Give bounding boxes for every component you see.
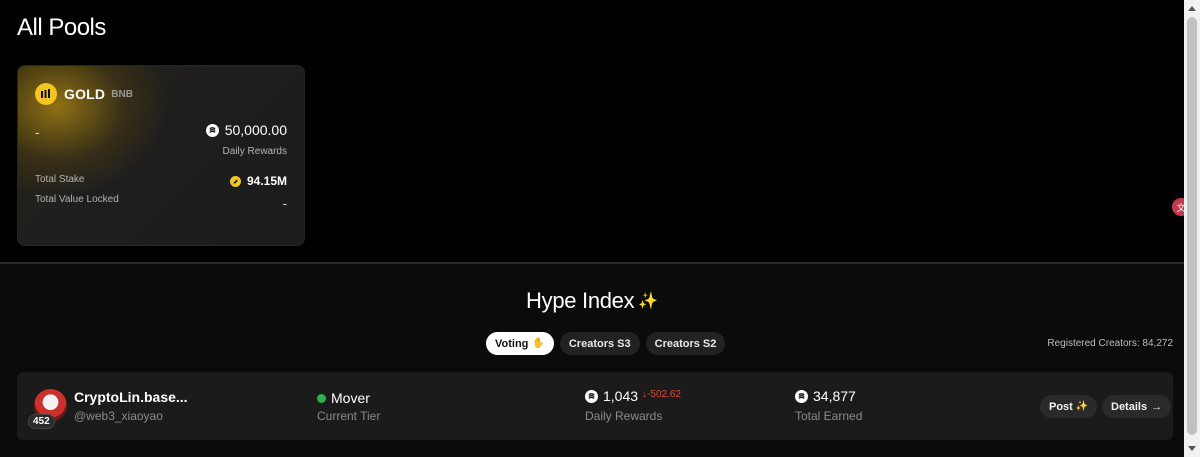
details-button[interactable]: Details → <box>1102 395 1172 418</box>
scroll-up-arrow-icon[interactable] <box>1188 6 1196 11</box>
tab-creators-s3-label: Creators S3 <box>568 337 631 350</box>
sparkle-icon: ✨ <box>638 293 658 310</box>
pool-header: GOLD BNB <box>35 83 133 105</box>
tvl-value: - <box>282 196 287 211</box>
tab-creators-s2[interactable]: Creators S2 <box>645 332 726 355</box>
total-stake-value: 94.15M <box>229 174 287 188</box>
sparkle-icon: ✨ <box>1075 401 1089 412</box>
tvl-label: Total Value Locked <box>35 194 119 205</box>
daily-change: ↓-502.62 <box>642 388 681 400</box>
pool-left-value: - <box>35 124 40 140</box>
total-stake-label: Total Stake <box>35 174 85 185</box>
pool-daily-rewards-value: 50,000.00 <box>224 122 287 138</box>
pool-daily-rewards: 50,000.00 <box>205 122 287 138</box>
gold-coin-icon <box>229 175 241 187</box>
pool-card-gold[interactable]: GOLD BNB - 50,000.00 Daily Rewards Total… <box>17 65 305 246</box>
hype-index-title-text: Hype Index <box>526 288 635 313</box>
scrollbar[interactable] <box>1184 0 1200 457</box>
token-coin-icon <box>585 389 598 403</box>
creator-daily-rewards-value: 1,043 <box>603 388 639 404</box>
registered-creators-count: Registered Creators: 84,272 <box>1047 338 1173 349</box>
section-divider <box>0 262 1184 264</box>
scrollbar-thumb[interactable] <box>1187 17 1197 435</box>
hand-icon: ✋ <box>532 338 545 349</box>
total-earned-label: Total Earned <box>795 409 863 423</box>
tier-badge-icon <box>317 393 326 403</box>
details-button-label: Details <box>1111 400 1148 413</box>
creator-handle: @web3_xiaoyao <box>74 409 163 423</box>
post-button[interactable]: Post ✨ <box>1040 395 1098 418</box>
creator-total-earned: 34,877 <box>795 388 856 404</box>
creator-row[interactable]: 452 CryptoLin.base... @web3_xiaoyao Move… <box>17 372 1173 440</box>
gold-logo-icon <box>35 83 57 105</box>
creator-tier-value: Mover <box>331 390 370 406</box>
current-tier-label: Current Tier <box>317 409 381 423</box>
all-pools-section: All Pools GOLD BNB - 50,000.00 Daily Rew… <box>0 0 1184 262</box>
creator-name[interactable]: CryptoLin.base... <box>74 389 188 405</box>
creator-total-earned-value: 34,877 <box>813 388 856 404</box>
arrow-right-icon: → <box>1151 400 1163 413</box>
hype-tabs: Voting ✋ Creators S3 Creators S2 <box>486 332 726 355</box>
daily-rewards-label: Daily Rewards <box>585 409 663 423</box>
pool-chain: BNB <box>111 88 133 100</box>
tab-voting-label: Voting <box>495 337 529 350</box>
creator-daily-rewards: 1,043 ↓-502.62 <box>585 388 681 404</box>
post-button-label: Post <box>1049 400 1073 413</box>
tab-creators-s2-label: Creators S2 <box>654 337 717 350</box>
scroll-down-arrow-icon[interactable] <box>1188 446 1196 451</box>
pool-daily-rewards-label: Daily Rewards <box>222 146 287 157</box>
creator-tier: Mover <box>317 390 370 406</box>
page-title: All Pools <box>17 14 106 41</box>
pool-name: GOLD <box>64 86 106 102</box>
tab-voting[interactable]: Voting ✋ <box>486 332 554 355</box>
hype-index-title: Hype Index ✨ <box>0 288 1184 314</box>
token-coin-icon <box>795 389 808 403</box>
rank-badge: 452 <box>28 414 55 429</box>
tab-creators-s3[interactable]: Creators S3 <box>559 332 640 355</box>
token-coin-icon <box>205 123 219 137</box>
total-stake-amount: 94.15M <box>246 174 287 188</box>
